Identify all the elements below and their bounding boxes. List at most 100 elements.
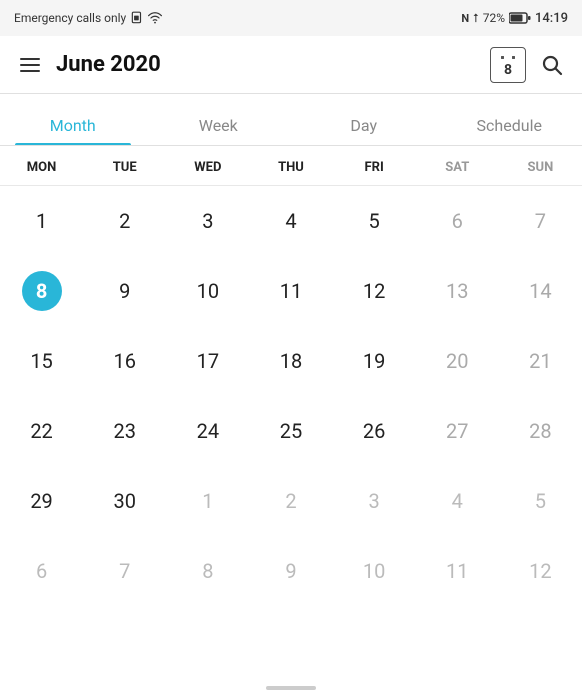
tab-bar: MonthWeekDaySchedule xyxy=(0,94,582,146)
calendar-cell[interactable]: 6 xyxy=(0,536,83,606)
day-number: 5 xyxy=(520,481,560,521)
day-number: 5 xyxy=(354,201,394,241)
day-number: 26 xyxy=(354,411,394,451)
calendar-cell[interactable]: 1 xyxy=(0,186,83,256)
calendar-cell[interactable]: 26 xyxy=(333,396,416,466)
status-bar: Emergency calls only N ⭡ 72% 14:19 xyxy=(0,0,582,36)
day-number: 3 xyxy=(354,481,394,521)
tab-week[interactable]: Week xyxy=(146,94,292,145)
calendar-cell[interactable]: 29 xyxy=(0,466,83,536)
calendar-cell[interactable]: 13 xyxy=(416,256,499,326)
calendar-cell[interactable]: 6 xyxy=(416,186,499,256)
calendar-cell[interactable]: 11 xyxy=(416,536,499,606)
calendar-cell[interactable]: 30 xyxy=(83,466,166,536)
calendar-grid: 1234567891011121314151617181920212223242… xyxy=(0,186,582,606)
calendar-cell[interactable]: 9 xyxy=(249,536,332,606)
calendar-cell[interactable]: 15 xyxy=(0,326,83,396)
calendar-cell[interactable]: 8 xyxy=(166,536,249,606)
calendar-cell[interactable]: 25 xyxy=(249,396,332,466)
menu-button[interactable] xyxy=(16,54,44,76)
day-number: 9 xyxy=(271,551,311,591)
calendar-cell[interactable]: 22 xyxy=(0,396,83,466)
day-number: 4 xyxy=(271,201,311,241)
day-number: 19 xyxy=(354,341,394,381)
day-number: 3 xyxy=(188,201,228,241)
calendar-cell[interactable]: 9 xyxy=(83,256,166,326)
calendar-today-button[interactable]: 8 xyxy=(490,47,526,83)
wifi-icon xyxy=(148,11,162,25)
day-number: 11 xyxy=(437,551,477,591)
calendar-cell[interactable]: 5 xyxy=(333,186,416,256)
day-number: 1 xyxy=(22,201,62,241)
day-header-mon: MON xyxy=(0,156,83,179)
calendar-cell[interactable]: 21 xyxy=(499,326,582,396)
day-number: 12 xyxy=(354,271,394,311)
day-number: 28 xyxy=(520,411,560,451)
calendar-cell[interactable]: 23 xyxy=(83,396,166,466)
app-title: June 2020 xyxy=(56,52,478,77)
calendar-cell[interactable]: 8 xyxy=(0,256,83,326)
calendar-cell[interactable]: 14 xyxy=(499,256,582,326)
search-button[interactable] xyxy=(538,51,566,79)
calendar-cell[interactable]: 12 xyxy=(499,536,582,606)
calendar-cell[interactable]: 7 xyxy=(83,536,166,606)
day-number: 9 xyxy=(105,271,145,311)
day-number: 6 xyxy=(437,201,477,241)
calendar-cell[interactable]: 27 xyxy=(416,396,499,466)
day-number: 1 xyxy=(188,481,228,521)
day-header-thu: THU xyxy=(249,156,332,179)
day-number: 11 xyxy=(271,271,311,311)
calendar-cell[interactable]: 2 xyxy=(249,466,332,536)
calendar-cell[interactable]: 16 xyxy=(83,326,166,396)
calendar-cell[interactable]: 18 xyxy=(249,326,332,396)
calendar-cell[interactable]: 4 xyxy=(249,186,332,256)
day-number: 29 xyxy=(22,481,62,521)
calendar-cell[interactable]: 1 xyxy=(166,466,249,536)
calendar-cell[interactable]: 12 xyxy=(333,256,416,326)
battery-text: 72% xyxy=(483,11,505,25)
day-number: 2 xyxy=(271,481,311,521)
calendar-cell[interactable]: 7 xyxy=(499,186,582,256)
bluetooth-icon: ⭡ xyxy=(473,11,479,26)
calendar-cell[interactable]: 10 xyxy=(333,536,416,606)
day-number: 24 xyxy=(188,411,228,451)
day-header-sat: SAT xyxy=(416,156,499,179)
calendar-cell[interactable]: 24 xyxy=(166,396,249,466)
day-header-fri: FRI xyxy=(333,156,416,179)
tab-day[interactable]: Day xyxy=(291,94,437,145)
day-header-wed: WED xyxy=(166,156,249,179)
calendar-cell[interactable]: 3 xyxy=(333,466,416,536)
calendar-cell[interactable]: 17 xyxy=(166,326,249,396)
app-bar: June 2020 8 xyxy=(0,36,582,94)
calendar-today-number: 8 xyxy=(504,63,512,77)
sim-icon xyxy=(130,11,144,25)
day-number: 15 xyxy=(22,341,62,381)
status-right: N ⭡ 72% 14:19 xyxy=(461,11,568,26)
calendar-cell[interactable]: 3 xyxy=(166,186,249,256)
day-number: 12 xyxy=(520,551,560,591)
day-number: 4 xyxy=(437,481,477,521)
calendar-cell[interactable]: 2 xyxy=(83,186,166,256)
day-number: 20 xyxy=(437,341,477,381)
battery-icon xyxy=(509,12,531,24)
day-number: 23 xyxy=(105,411,145,451)
calendar-cell[interactable]: 10 xyxy=(166,256,249,326)
calendar-cell[interactable]: 28 xyxy=(499,396,582,466)
bottom-handle xyxy=(266,686,316,690)
calendar-cell[interactable]: 19 xyxy=(333,326,416,396)
day-header-tue: TUE xyxy=(83,156,166,179)
calendar-cell[interactable]: 11 xyxy=(249,256,332,326)
day-number: 14 xyxy=(520,271,560,311)
day-number: 30 xyxy=(105,481,145,521)
calendar-cell[interactable]: 20 xyxy=(416,326,499,396)
day-number: 10 xyxy=(354,551,394,591)
tab-month[interactable]: Month xyxy=(0,94,146,145)
day-header-sun: SUN xyxy=(499,156,582,179)
calendar-cell[interactable]: 5 xyxy=(499,466,582,536)
day-number: 6 xyxy=(22,551,62,591)
calendar-icon-top xyxy=(491,53,525,63)
day-number: 7 xyxy=(105,551,145,591)
tab-schedule[interactable]: Schedule xyxy=(437,94,582,145)
day-number: 7 xyxy=(520,201,560,241)
calendar-cell[interactable]: 4 xyxy=(416,466,499,536)
